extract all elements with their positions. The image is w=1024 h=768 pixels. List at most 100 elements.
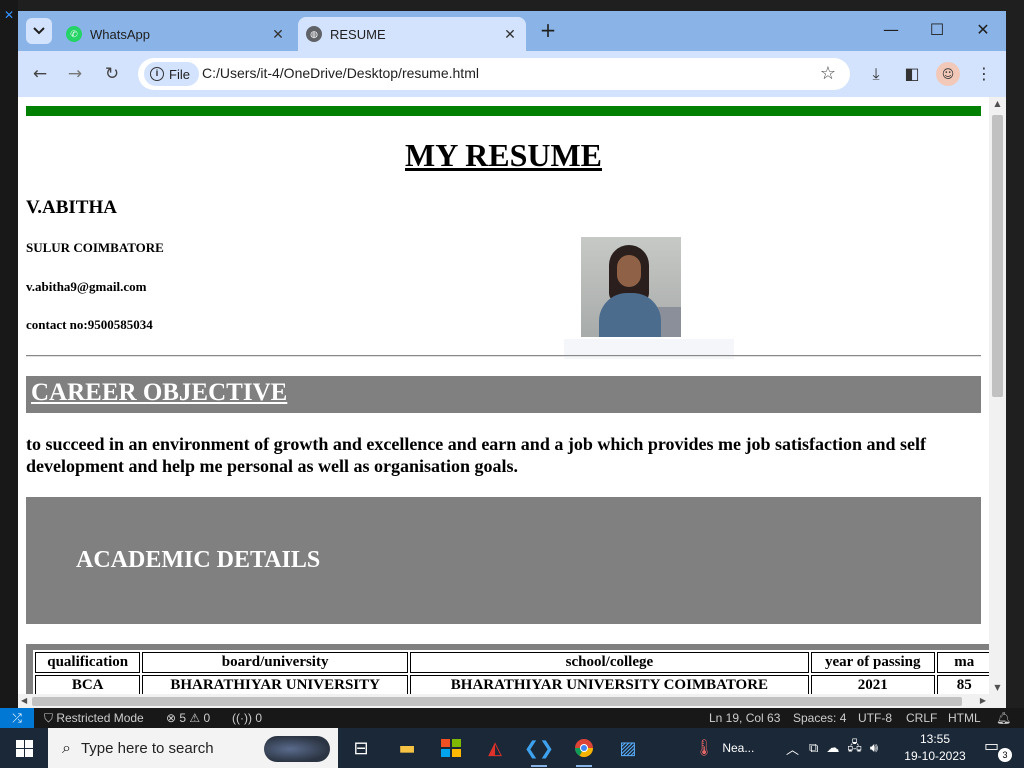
vscode-icon[interactable]: ❮❯ (521, 732, 557, 767)
back-icon[interactable]: ← (28, 62, 52, 86)
table-cell: 2021 (810, 675, 935, 694)
search-highlight-image (264, 736, 330, 762)
taskbar-search[interactable]: ⌕ Type here to search (48, 728, 338, 768)
career-objective-header: CAREER OBJECTIVE (26, 376, 981, 413)
table-cell: BHARATHIYAR UNIVERSITY COIMBATORE (409, 675, 809, 694)
weather-widget[interactable]: 🌡︎ Nea... (694, 728, 754, 768)
scroll-thumb[interactable] (992, 115, 1003, 397)
contact-text: contact no:9500585034 (26, 317, 153, 332)
reload-icon[interactable]: ↻ (100, 62, 124, 86)
whatsapp-icon: ✆ (66, 26, 82, 42)
scroll-left-icon[interactable]: ◀ (21, 694, 27, 708)
meet-icon[interactable]: ⧉ (809, 740, 818, 756)
volume-icon[interactable]: 🔊︎ (870, 740, 878, 756)
vscode-status-bar: ⤮ ⛉ Restricted Mode ⊗ 5 ⚠ 0 ((·)) 0 Ln 1… (0, 708, 1024, 728)
tab-title: RESUME (330, 26, 386, 42)
scroll-right-icon[interactable]: ▶ (980, 694, 986, 708)
table-cell: BCA (35, 675, 141, 694)
windows-taskbar: ⌕ Type here to search ⊟ ▬ ◭ ❮❯ ▨ 🌡︎ Nea.… (0, 728, 1024, 768)
notification-icon[interactable]: ▭ 3 (984, 736, 1012, 762)
encoding[interactable]: UTF-8 (858, 711, 892, 725)
problems-indicator[interactable]: ⊗ 5 ⚠ 0 (166, 711, 210, 725)
vertical-scrollbar[interactable]: ▲ ▼ (989, 97, 1006, 708)
career-objective-text: to succeed in an environment of growth a… (26, 434, 927, 476)
tab-resume[interactable]: ◍ RESUME ✕ (298, 17, 526, 51)
tab-whatsapp[interactable]: ✆ WhatsApp ✕ (58, 17, 294, 51)
plus-icon[interactable]: + (536, 19, 560, 43)
career-objective-heading: CAREER OBJECTIVE (31, 379, 288, 406)
bell-icon[interactable]: 🔔︎ (996, 711, 1011, 725)
scroll-down-icon[interactable]: ▼ (989, 683, 1006, 692)
cloud-icon[interactable]: ☁ (826, 740, 839, 756)
cursor-position[interactable]: Ln 19, Col 63 (709, 711, 780, 725)
tab-bar: ✆ WhatsApp ✕ ◍ RESUME ✕ + — ☐ ✕ (18, 11, 1006, 51)
divider (26, 355, 981, 357)
ports-indicator[interactable]: ((·)) 0 (232, 711, 262, 725)
table-header-row: qualification board/university school/co… (35, 652, 989, 673)
close-icon[interactable]: ✕ (268, 26, 288, 43)
star-icon[interactable]: ☆ (820, 63, 836, 84)
file-chip-label: File (169, 66, 190, 82)
profile-icon[interactable]: ☺ (936, 62, 960, 86)
horizontal-scrollbar[interactable]: ◀ ▶ (18, 694, 989, 708)
side-panel-icon[interactable]: ◧ (900, 62, 924, 86)
info-icon: i (150, 67, 164, 81)
table-header: year of passing (810, 652, 935, 673)
maximize-icon[interactable]: ☐ (914, 11, 960, 51)
clock-date: 19-10-2023 (904, 749, 966, 763)
search-placeholder: Type here to search (80, 739, 214, 757)
tab-search-icon[interactable] (26, 18, 52, 44)
download-icon[interactable]: ⤓ (864, 62, 888, 86)
address-bar[interactable]: i File C:/Users/it-4/OneDrive/Desktop/re… (138, 58, 850, 90)
store-icon[interactable] (433, 732, 469, 764)
windows-icon (15, 739, 33, 757)
table-cell: BHARATHIYAR UNIVERSITY (142, 675, 408, 694)
url-text[interactable]: C:/Users/it-4/OneDrive/Desktop/resume.ht… (202, 65, 479, 81)
clock[interactable]: 13:55 19-10-2023 (900, 731, 970, 765)
academic-table: qualification board/university school/co… (33, 650, 989, 694)
start-button[interactable] (0, 728, 48, 768)
table-row: BCA BHARATHIYAR UNIVERSITY BHARATHIYAR U… (35, 675, 989, 694)
clock-time: 13:55 (919, 732, 951, 746)
table-header: qualification (35, 652, 141, 673)
more-icon[interactable]: ⋮ (972, 62, 996, 86)
file-explorer-icon[interactable]: ▬ (389, 732, 425, 764)
page-viewport: MY RESUME V.ABITHA SULUR COIMBATORE v.ab… (18, 97, 989, 694)
table-header: board/university (142, 652, 408, 673)
thermometer-icon: 🌡︎ (694, 740, 715, 757)
restricted-mode[interactable]: ⛉ Restricted Mode (44, 711, 144, 726)
browser-toolbar: ← → ↻ i File C:/Users/it-4/OneDrive/Desk… (18, 51, 1006, 97)
globe-icon: ◍ (306, 26, 322, 42)
email-text: v.abitha9@gmail.com (26, 279, 147, 294)
minimize-icon[interactable]: — (868, 11, 914, 51)
acrobat-icon[interactable]: ◭ (477, 732, 513, 764)
system-tray[interactable]: ︿ ⧉ ☁ 🖧︎ 🔊︎ (786, 728, 878, 768)
search-icon: ⌕ (62, 738, 71, 757)
table-header: ma (936, 652, 989, 673)
page-title: MY RESUME (404, 137, 603, 173)
notification-count: 3 (998, 748, 1012, 762)
line-ending[interactable]: CRLF (906, 711, 937, 725)
indentation[interactable]: Spaces: 4 (793, 711, 846, 725)
network-icon[interactable]: 🖧︎ (847, 737, 862, 759)
chevron-up-icon[interactable]: ︿ (786, 739, 799, 758)
close-window-icon[interactable]: ✕ (960, 11, 1006, 51)
close-icon[interactable]: ✕ (500, 26, 520, 43)
scroll-up-icon[interactable]: ▲ (989, 99, 1006, 108)
academic-details-heading: ACADEMIC DETAILS (76, 547, 321, 573)
photos-icon[interactable]: ▨ (610, 732, 646, 764)
forward-icon[interactable]: → (63, 62, 87, 86)
weather-text: Nea... (722, 741, 755, 755)
task-view-icon[interactable]: ⊟ (343, 732, 379, 764)
site-info-chip[interactable]: i File (144, 62, 199, 86)
academic-table-wrapper: qualification board/university school/co… (26, 644, 989, 694)
academic-details-header: ACADEMIC DETAILS (26, 497, 981, 624)
profile-photo (581, 237, 681, 337)
remote-icon[interactable]: ⤮ (0, 708, 34, 728)
vscode-close-icon: ✕ (4, 8, 15, 22)
chrome-icon[interactable] (566, 732, 602, 767)
language-mode[interactable]: HTML (948, 711, 981, 725)
browser-window: ✆ WhatsApp ✕ ◍ RESUME ✕ + — ☐ ✕ ← → ↻ i … (18, 11, 1006, 708)
green-bar (26, 106, 981, 116)
scroll-thumb[interactable] (32, 697, 962, 706)
